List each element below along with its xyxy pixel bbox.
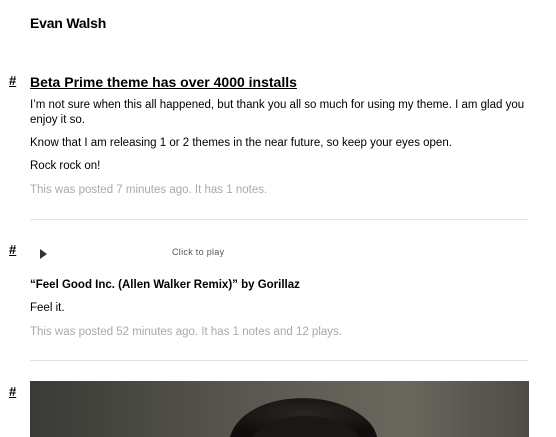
post-divider — [30, 219, 528, 220]
blog-title[interactable]: Evan Walsh — [30, 15, 106, 31]
post-paragraph-1: I’m not sure when this all happened, but… — [30, 99, 525, 126]
permalink-post-2[interactable]: # — [9, 242, 16, 257]
text-post: Beta Prime theme has over 4000 installs … — [30, 73, 528, 198]
photo-post-image[interactable] — [30, 381, 529, 437]
post-paragraph-3: Rock rock on! — [30, 160, 101, 172]
photo-image — [30, 381, 529, 437]
audio-post: Click to play “Feel Good Inc. (Allen Wal… — [30, 243, 528, 340]
post-title[interactable]: Beta Prime theme has over 4000 installs — [30, 73, 528, 91]
post-paragraph-2: Know that I am releasing 1 or 2 themes i… — [30, 137, 452, 149]
post-meta: This was posted 52 minutes ago. It has 1… — [30, 326, 342, 338]
permalink-post-1[interactable]: # — [9, 73, 16, 88]
post-meta: This was posted 7 minutes ago. It has 1 … — [30, 184, 268, 196]
audio-caption: Feel it. — [30, 302, 65, 314]
audio-title: “Feel Good Inc. (Allen Walker Remix)” by… — [30, 279, 300, 291]
page: Evan Walsh # Beta Prime theme has over 4… — [0, 0, 556, 437]
post-divider — [30, 360, 528, 361]
permalink-post-3[interactable]: # — [9, 384, 16, 399]
click-to-play-label[interactable]: Click to play — [172, 247, 224, 257]
audio-player[interactable]: Click to play — [30, 243, 528, 265]
play-icon[interactable] — [40, 249, 47, 259]
